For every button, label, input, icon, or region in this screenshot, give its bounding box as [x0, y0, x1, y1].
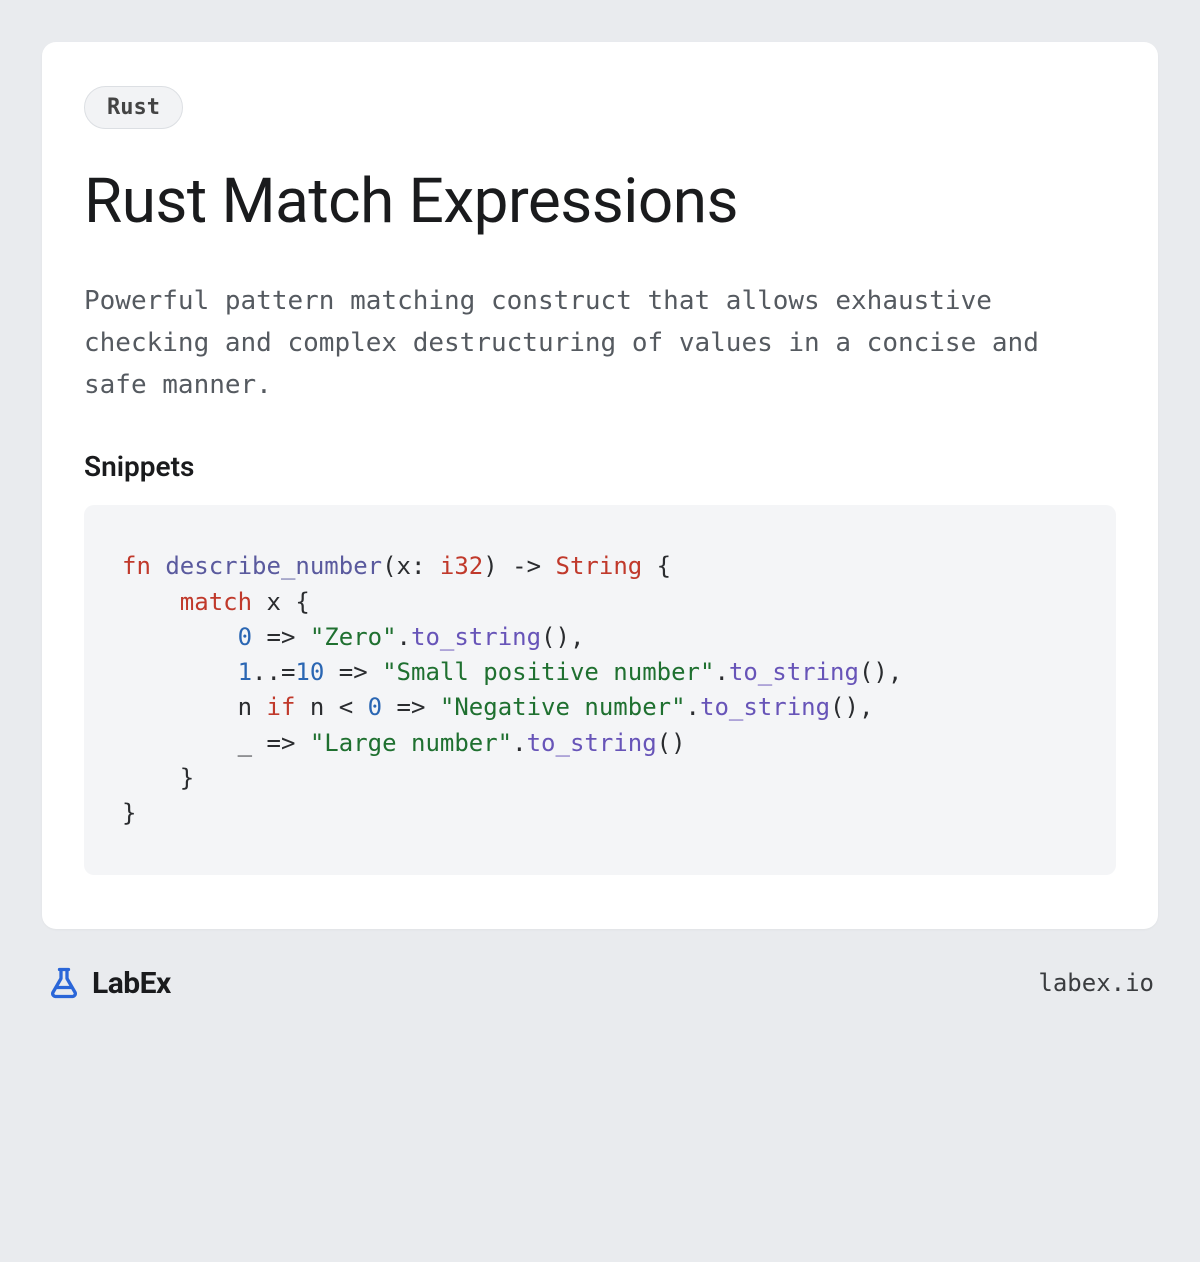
code-token: "Small positive number" [382, 658, 714, 686]
code-token: to_string [411, 623, 541, 651]
code-token: String [556, 552, 643, 580]
code-token [122, 623, 238, 651]
code-token: => [252, 623, 310, 651]
content-card: Rust Rust Match Expressions Powerful pat… [42, 42, 1158, 929]
description-text: Powerful pattern matching construct that… [84, 280, 1116, 406]
code-token [122, 764, 180, 792]
code-token: 0 [368, 693, 382, 721]
code-token: (), [830, 693, 873, 721]
code-token [122, 658, 238, 686]
code-token: describe_number [165, 552, 382, 580]
code-token: 1 [238, 658, 252, 686]
snippets-heading: Snippets [84, 450, 1116, 483]
code-token: => [382, 693, 440, 721]
code-token: => [324, 658, 382, 686]
brand-logo: LabEx [46, 965, 171, 1001]
code-token: i32 [440, 552, 483, 580]
code-token [122, 729, 238, 757]
code-token: (), [859, 658, 902, 686]
site-url: labex.io [1038, 969, 1154, 997]
code-token: "Zero" [310, 623, 397, 651]
code-token: to_string [700, 693, 830, 721]
code-token: . [686, 693, 700, 721]
code-token [122, 693, 238, 721]
code-token: (), [541, 623, 584, 651]
code-token: . [397, 623, 411, 651]
code-token: "Negative number" [440, 693, 686, 721]
code-token: } [180, 764, 194, 792]
code-token: x { [252, 588, 310, 616]
code-token: ) -> [483, 552, 555, 580]
code-token: to_string [527, 729, 657, 757]
code-token: to_string [729, 658, 859, 686]
code-token: n < [295, 693, 367, 721]
code-token: ..= [252, 658, 295, 686]
code-token: 10 [295, 658, 324, 686]
page-title: Rust Match Expressions [84, 165, 1116, 238]
code-token: _ => [238, 729, 310, 757]
code-token: (x: [382, 552, 440, 580]
code-token: match [180, 588, 252, 616]
code-token: { [642, 552, 671, 580]
code-token: . [714, 658, 728, 686]
code-token: fn [122, 552, 151, 580]
code-token: n [238, 693, 267, 721]
brand-name: LabEx [92, 966, 171, 1001]
code-token: } [122, 799, 136, 827]
code-token [122, 588, 180, 616]
code-token: "Large number" [310, 729, 512, 757]
footer: LabEx labex.io [42, 965, 1158, 1001]
code-token: . [512, 729, 526, 757]
language-tag: Rust [84, 86, 183, 129]
code-token: if [267, 693, 296, 721]
code-snippet: fn describe_number(x: i32) -> String { m… [84, 505, 1116, 875]
flask-icon [46, 965, 82, 1001]
code-token: 0 [238, 623, 252, 651]
code-token: () [657, 729, 686, 757]
